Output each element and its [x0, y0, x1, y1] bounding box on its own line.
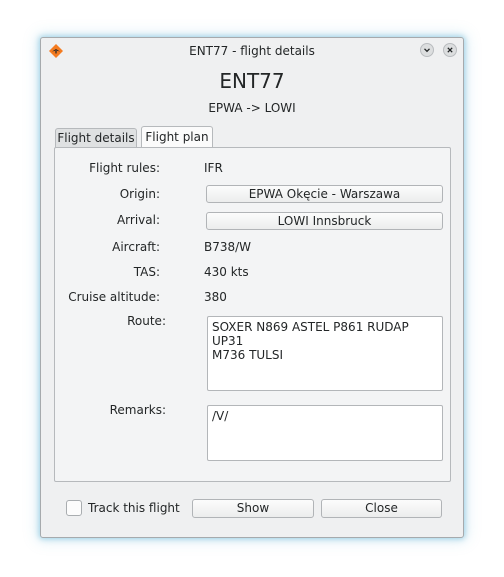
remarks-label: Remarks: [109, 403, 166, 417]
flight-details-window: ENT77 - flight details ENT77 EPWA -> LOW… [40, 37, 464, 538]
close-window-button[interactable] [443, 43, 457, 57]
route-label: Route: [127, 314, 166, 328]
title-bar[interactable]: ENT77 - flight details [41, 38, 463, 64]
flight-rules-label: Flight rules: [89, 161, 160, 175]
callsign-heading: ENT77 [219, 69, 285, 93]
tas-value: 430 kts [204, 265, 249, 279]
cruise-altitude-value: 380 [204, 290, 227, 304]
origin-label: Origin: [119, 187, 160, 201]
remarks-field[interactable]: /V/ [207, 405, 443, 461]
tas-label: TAS: [133, 265, 160, 279]
aircraft-label: Aircraft: [112, 240, 160, 254]
close-icon [447, 47, 453, 53]
tab-flight-details[interactable]: Flight details [55, 128, 137, 148]
origin-button[interactable]: EPWA Okęcie - Warszawa [206, 185, 443, 203]
route-field[interactable]: SOXER N869 ASTEL P861 RUDAP UP31 M736 TU… [207, 316, 443, 391]
track-flight-checkbox[interactable] [66, 500, 82, 516]
minimize-button[interactable] [420, 43, 434, 57]
cruise-altitude-label: Cruise altitude: [68, 290, 160, 304]
arrival-button[interactable]: LOWI Innsbruck [206, 212, 443, 230]
flight-rules-value: IFR [204, 161, 223, 175]
aircraft-value: B738/W [204, 240, 252, 254]
arrival-label: Arrival: [116, 213, 160, 227]
route-summary: EPWA -> LOWI [208, 101, 296, 115]
tab-flight-plan[interactable]: Flight plan [141, 126, 213, 148]
close-button[interactable]: Close [321, 499, 442, 518]
show-button[interactable]: Show [192, 499, 314, 518]
chevron-down-icon [424, 48, 430, 53]
flight-plan-panel: Flight rules: IFR Origin: EPWA Okęcie - … [54, 147, 451, 482]
window-title: ENT77 - flight details [189, 44, 315, 58]
track-flight-label[interactable]: Track this flight [88, 501, 180, 515]
